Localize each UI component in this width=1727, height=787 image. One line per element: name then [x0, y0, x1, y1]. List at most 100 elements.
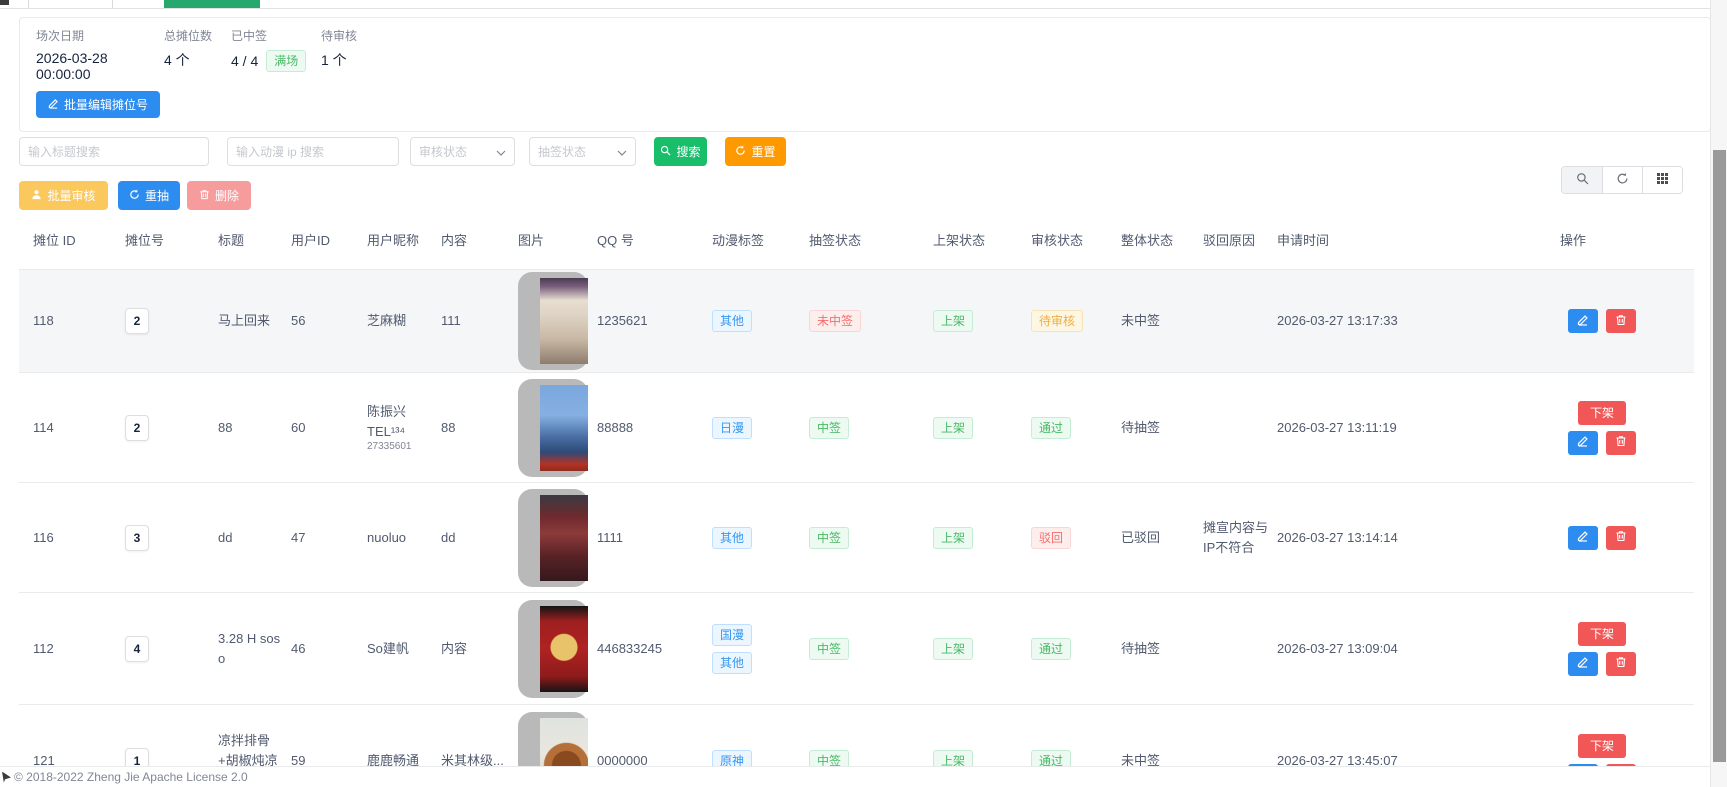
- button-label: 删除: [215, 187, 239, 204]
- status-tag: 其他: [712, 310, 752, 332]
- column-header: 上架状态: [933, 231, 1031, 251]
- table-row: 116 3 dd 47 nuoluo dd 1111 其他 中签 上架 驳回 已…: [19, 483, 1694, 593]
- redraw-button[interactable]: 重抽: [118, 181, 180, 210]
- anime-ip-search-input[interactable]: [227, 137, 399, 166]
- pencil-icon: [48, 98, 59, 112]
- cell-shelf-status: 上架: [933, 638, 1031, 660]
- cell-qq-number: 88888: [597, 418, 712, 438]
- review-status-select[interactable]: 审核状态: [410, 137, 515, 166]
- status-tag: 上架: [933, 417, 973, 439]
- trash-icon: [199, 189, 210, 203]
- cell-user-id: 46: [291, 639, 367, 659]
- cell-booth-number: 2: [125, 415, 218, 441]
- column-header: QQ 号: [597, 231, 712, 251]
- nickname-line1: 陈振兴TEL¹³⁴: [367, 402, 435, 441]
- booth-number-box: 3: [125, 525, 149, 551]
- column-header: 标题: [218, 231, 291, 251]
- title-search-input[interactable]: [19, 137, 209, 166]
- cell-booth-number: 4: [125, 636, 218, 662]
- pencil-icon: [1577, 435, 1589, 450]
- cell-qq-number: 446833245: [597, 639, 712, 659]
- edit-button[interactable]: [1568, 309, 1598, 333]
- edit-delete-pair: [1568, 431, 1636, 455]
- table-row: 114 2 88 60 陈振兴TEL¹³⁴ 27335601 88 88888 …: [19, 373, 1694, 483]
- column-header: 抽签状态: [809, 231, 933, 251]
- offshelf-button[interactable]: 下架: [1578, 622, 1626, 646]
- stat-label: 待审核: [321, 27, 357, 44]
- table-row: 118 2 马上回来 56 芝麻糊 111 1235621 其他 未中签 上架 …: [19, 270, 1694, 373]
- edit-button[interactable]: [1568, 652, 1598, 676]
- cell-title: 马上回来: [218, 311, 291, 331]
- trash-icon: [1615, 656, 1627, 671]
- booth-table: 摊位 ID摊位号标题用户ID用户昵称内容图片QQ 号动漫标签抽签状态上架状态审核…: [19, 213, 1694, 787]
- offshelf-button[interactable]: 下架: [1578, 734, 1626, 758]
- row-actions: 下架: [1560, 622, 1644, 676]
- stat-won: 已中签 4 / 4 满场: [231, 27, 321, 82]
- reset-button[interactable]: 重置: [725, 137, 786, 166]
- cell-content: 内容: [441, 639, 518, 659]
- cell-title: 88: [218, 418, 291, 438]
- cell-review-status: 待审核: [1031, 310, 1121, 332]
- delete-button[interactable]: [1606, 431, 1636, 455]
- full-session-badge: 满场: [266, 50, 306, 72]
- edit-button[interactable]: [1568, 431, 1598, 455]
- cell-user-id: 60: [291, 418, 367, 438]
- scrollbar-thumb[interactable]: [1713, 150, 1726, 762]
- row-actions: 下架: [1560, 401, 1644, 455]
- photo-image: [540, 606, 588, 692]
- delete-button[interactable]: [1606, 652, 1636, 676]
- cell-booth-number: 3: [125, 525, 218, 551]
- cell-anime-tags: 其他: [712, 527, 809, 549]
- pencil-icon: [1577, 656, 1589, 671]
- cell-draw-status: 中签: [809, 417, 933, 439]
- refresh-icon: [129, 189, 140, 203]
- nickname-line1: So建帆: [367, 639, 435, 659]
- batch-review-button[interactable]: 批量审核: [19, 181, 108, 210]
- table-header-row: 摊位 ID摊位号标题用户ID用户昵称内容图片QQ 号动漫标签抽签状态上架状态审核…: [19, 213, 1694, 270]
- cell-review-status: 通过: [1031, 638, 1121, 660]
- column-header: 动漫标签: [712, 231, 809, 251]
- cell-draw-status: 未中签: [809, 310, 933, 332]
- cell-actions: [1560, 309, 1694, 333]
- red-gold-poster-thumbnail: [518, 600, 588, 698]
- cell-review-status: 驳回: [1031, 527, 1121, 549]
- cell-draw-status: 中签: [809, 638, 933, 660]
- session-stats: 场次日期 2026-03-28 00:00:00 总摊位数 4 个 已中签 4 …: [36, 27, 1694, 82]
- vertical-scrollbar[interactable]: [1710, 0, 1727, 787]
- table-toolbar: [1561, 166, 1683, 194]
- toolbar-search-toggle-button[interactable]: [1562, 167, 1602, 193]
- cell-review-status: 通过: [1031, 417, 1121, 439]
- tab-separator: [28, 0, 29, 8]
- cell-nickname: So建帆: [367, 639, 441, 659]
- cell-overall-status: 未中签: [1121, 311, 1203, 331]
- status-tag: 通过: [1031, 417, 1071, 439]
- button-label: 重置: [751, 143, 775, 160]
- toolbar-refresh-button[interactable]: [1602, 167, 1642, 193]
- draw-status-select[interactable]: 抽签状态: [529, 137, 636, 166]
- batch-delete-button[interactable]: 删除: [187, 181, 251, 210]
- trash-icon: [1615, 314, 1627, 329]
- cell-actions: 下架: [1560, 622, 1694, 676]
- cell-photo: [518, 489, 597, 587]
- batch-edit-booth-number-button[interactable]: 批量编辑摊位号: [36, 91, 160, 118]
- edit-delete-pair: [1568, 652, 1636, 676]
- copyright-text: © 2018-2022 Zheng Jie Apache License 2.0: [14, 770, 248, 784]
- offshelf-button[interactable]: 下架: [1578, 401, 1626, 425]
- status-tag: 中签: [809, 527, 849, 549]
- stat-label: 已中签: [231, 27, 321, 44]
- edit-button[interactable]: [1568, 526, 1598, 550]
- column-header: 操作: [1560, 231, 1694, 251]
- delete-button[interactable]: [1606, 526, 1636, 550]
- booth-number-box: 4: [125, 636, 149, 662]
- toolbar-columns-grid-button[interactable]: [1642, 167, 1682, 193]
- select-placeholder: 审核状态: [419, 143, 467, 160]
- storefront-with-person-thumbnail: [518, 272, 588, 370]
- chevron-down-icon: [617, 145, 627, 159]
- status-tag: 其他: [712, 527, 752, 549]
- status-tag: 中签: [809, 638, 849, 660]
- delete-button[interactable]: [1606, 309, 1636, 333]
- column-header: 用户昵称: [367, 231, 441, 251]
- search-button[interactable]: 搜索: [654, 137, 707, 166]
- button-label: 批量审核: [47, 187, 95, 204]
- column-header: 用户ID: [291, 231, 367, 251]
